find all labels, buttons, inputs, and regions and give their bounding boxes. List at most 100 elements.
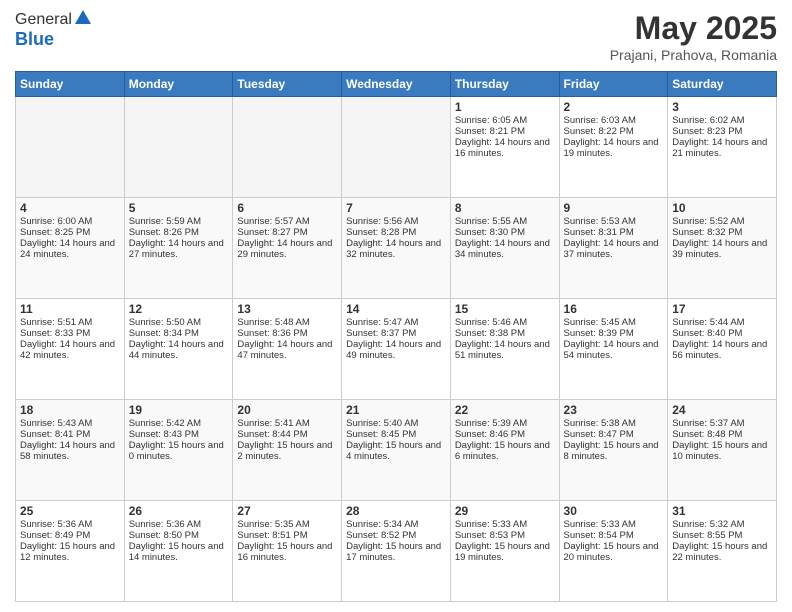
day-number: 13 bbox=[237, 302, 337, 316]
logo-triangle-icon bbox=[75, 10, 91, 24]
sunset-text: Sunset: 8:22 PM bbox=[564, 126, 664, 137]
sunset-text: Sunset: 8:45 PM bbox=[346, 429, 446, 440]
day-number: 1 bbox=[455, 100, 555, 114]
day-number: 29 bbox=[455, 504, 555, 518]
calendar-cell: 15Sunrise: 5:46 AMSunset: 8:38 PMDayligh… bbox=[450, 299, 559, 400]
day-number: 24 bbox=[672, 403, 772, 417]
sunrise-text: Sunrise: 5:52 AM bbox=[672, 216, 772, 227]
sunset-text: Sunset: 8:32 PM bbox=[672, 227, 772, 238]
sunset-text: Sunset: 8:44 PM bbox=[237, 429, 337, 440]
weekday-header-wednesday: Wednesday bbox=[342, 72, 451, 97]
sunrise-text: Sunrise: 5:53 AM bbox=[564, 216, 664, 227]
daylight-text: Daylight: 14 hours and 16 minutes. bbox=[455, 137, 555, 159]
day-number: 25 bbox=[20, 504, 120, 518]
weekday-header-sunday: Sunday bbox=[16, 72, 125, 97]
sunrise-text: Sunrise: 6:05 AM bbox=[455, 115, 555, 126]
sunset-text: Sunset: 8:50 PM bbox=[129, 530, 229, 541]
sunset-text: Sunset: 8:47 PM bbox=[564, 429, 664, 440]
daylight-text: Daylight: 14 hours and 32 minutes. bbox=[346, 238, 446, 260]
sunrise-text: Sunrise: 5:51 AM bbox=[20, 317, 120, 328]
calendar-cell: 23Sunrise: 5:38 AMSunset: 8:47 PMDayligh… bbox=[559, 400, 668, 501]
calendar-cell: 28Sunrise: 5:34 AMSunset: 8:52 PMDayligh… bbox=[342, 501, 451, 602]
calendar-cell: 12Sunrise: 5:50 AMSunset: 8:34 PMDayligh… bbox=[124, 299, 233, 400]
calendar-cell: 31Sunrise: 5:32 AMSunset: 8:55 PMDayligh… bbox=[668, 501, 777, 602]
weekday-header-row: SundayMondayTuesdayWednesdayThursdayFrid… bbox=[16, 72, 777, 97]
daylight-text: Daylight: 14 hours and 21 minutes. bbox=[672, 137, 772, 159]
day-number: 30 bbox=[564, 504, 664, 518]
calendar-cell: 24Sunrise: 5:37 AMSunset: 8:48 PMDayligh… bbox=[668, 400, 777, 501]
sunrise-text: Sunrise: 5:43 AM bbox=[20, 418, 120, 429]
calendar-cell: 8Sunrise: 5:55 AMSunset: 8:30 PMDaylight… bbox=[450, 198, 559, 299]
location: Prajani, Prahova, Romania bbox=[610, 47, 777, 63]
sunset-text: Sunset: 8:39 PM bbox=[564, 328, 664, 339]
sunrise-text: Sunrise: 5:59 AM bbox=[129, 216, 229, 227]
sunrise-text: Sunrise: 5:33 AM bbox=[564, 519, 664, 530]
calendar-cell: 1Sunrise: 6:05 AMSunset: 8:21 PMDaylight… bbox=[450, 97, 559, 198]
sunrise-text: Sunrise: 5:40 AM bbox=[346, 418, 446, 429]
sunset-text: Sunset: 8:37 PM bbox=[346, 328, 446, 339]
sunrise-text: Sunrise: 5:55 AM bbox=[455, 216, 555, 227]
day-number: 17 bbox=[672, 302, 772, 316]
calendar-cell: 13Sunrise: 5:48 AMSunset: 8:36 PMDayligh… bbox=[233, 299, 342, 400]
day-number: 16 bbox=[564, 302, 664, 316]
day-number: 5 bbox=[129, 201, 229, 215]
sunrise-text: Sunrise: 5:45 AM bbox=[564, 317, 664, 328]
sunrise-text: Sunrise: 5:48 AM bbox=[237, 317, 337, 328]
calendar-cell: 26Sunrise: 5:36 AMSunset: 8:50 PMDayligh… bbox=[124, 501, 233, 602]
daylight-text: Daylight: 14 hours and 19 minutes. bbox=[564, 137, 664, 159]
sunset-text: Sunset: 8:51 PM bbox=[237, 530, 337, 541]
day-number: 21 bbox=[346, 403, 446, 417]
weekday-header-tuesday: Tuesday bbox=[233, 72, 342, 97]
calendar-cell: 4Sunrise: 6:00 AMSunset: 8:25 PMDaylight… bbox=[16, 198, 125, 299]
calendar-cell: 25Sunrise: 5:36 AMSunset: 8:49 PMDayligh… bbox=[16, 501, 125, 602]
daylight-text: Daylight: 14 hours and 29 minutes. bbox=[237, 238, 337, 260]
daylight-text: Daylight: 14 hours and 34 minutes. bbox=[455, 238, 555, 260]
sunset-text: Sunset: 8:43 PM bbox=[129, 429, 229, 440]
sunset-text: Sunset: 8:55 PM bbox=[672, 530, 772, 541]
calendar-cell bbox=[124, 97, 233, 198]
day-number: 14 bbox=[346, 302, 446, 316]
calendar-cell: 14Sunrise: 5:47 AMSunset: 8:37 PMDayligh… bbox=[342, 299, 451, 400]
day-number: 26 bbox=[129, 504, 229, 518]
calendar-cell: 2Sunrise: 6:03 AMSunset: 8:22 PMDaylight… bbox=[559, 97, 668, 198]
daylight-text: Daylight: 14 hours and 54 minutes. bbox=[564, 339, 664, 361]
calendar-cell: 3Sunrise: 6:02 AMSunset: 8:23 PMDaylight… bbox=[668, 97, 777, 198]
calendar-cell: 17Sunrise: 5:44 AMSunset: 8:40 PMDayligh… bbox=[668, 299, 777, 400]
calendar-cell bbox=[16, 97, 125, 198]
sunrise-text: Sunrise: 5:39 AM bbox=[455, 418, 555, 429]
calendar-week-5: 25Sunrise: 5:36 AMSunset: 8:49 PMDayligh… bbox=[16, 501, 777, 602]
daylight-text: Daylight: 15 hours and 22 minutes. bbox=[672, 541, 772, 563]
sunrise-text: Sunrise: 6:02 AM bbox=[672, 115, 772, 126]
header: General Blue May 2025 Prajani, Prahova, … bbox=[15, 10, 777, 63]
daylight-text: Daylight: 14 hours and 56 minutes. bbox=[672, 339, 772, 361]
sunrise-text: Sunrise: 5:46 AM bbox=[455, 317, 555, 328]
calendar-cell: 5Sunrise: 5:59 AMSunset: 8:26 PMDaylight… bbox=[124, 198, 233, 299]
day-number: 12 bbox=[129, 302, 229, 316]
day-number: 22 bbox=[455, 403, 555, 417]
sunset-text: Sunset: 8:26 PM bbox=[129, 227, 229, 238]
sunset-text: Sunset: 8:28 PM bbox=[346, 227, 446, 238]
daylight-text: Daylight: 15 hours and 19 minutes. bbox=[455, 541, 555, 563]
calendar-week-4: 18Sunrise: 5:43 AMSunset: 8:41 PMDayligh… bbox=[16, 400, 777, 501]
sunrise-text: Sunrise: 5:50 AM bbox=[129, 317, 229, 328]
calendar-cell: 29Sunrise: 5:33 AMSunset: 8:53 PMDayligh… bbox=[450, 501, 559, 602]
sunrise-text: Sunrise: 5:57 AM bbox=[237, 216, 337, 227]
sunrise-text: Sunrise: 6:03 AM bbox=[564, 115, 664, 126]
sunrise-text: Sunrise: 5:32 AM bbox=[672, 519, 772, 530]
sunset-text: Sunset: 8:53 PM bbox=[455, 530, 555, 541]
day-number: 19 bbox=[129, 403, 229, 417]
sunrise-text: Sunrise: 5:36 AM bbox=[20, 519, 120, 530]
weekday-header-thursday: Thursday bbox=[450, 72, 559, 97]
calendar-cell: 19Sunrise: 5:42 AMSunset: 8:43 PMDayligh… bbox=[124, 400, 233, 501]
daylight-text: Daylight: 15 hours and 4 minutes. bbox=[346, 440, 446, 462]
calendar-cell: 16Sunrise: 5:45 AMSunset: 8:39 PMDayligh… bbox=[559, 299, 668, 400]
day-number: 15 bbox=[455, 302, 555, 316]
day-number: 23 bbox=[564, 403, 664, 417]
day-number: 31 bbox=[672, 504, 772, 518]
day-number: 4 bbox=[20, 201, 120, 215]
sunset-text: Sunset: 8:31 PM bbox=[564, 227, 664, 238]
sunset-text: Sunset: 8:54 PM bbox=[564, 530, 664, 541]
logo-general-text: General bbox=[15, 11, 72, 29]
daylight-text: Daylight: 15 hours and 6 minutes. bbox=[455, 440, 555, 462]
day-number: 8 bbox=[455, 201, 555, 215]
